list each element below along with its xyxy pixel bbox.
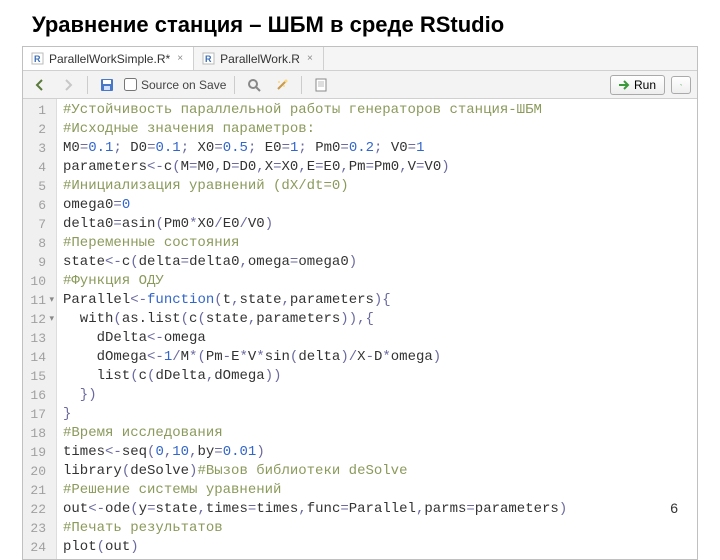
code-line[interactable]: omega0=0 <box>63 196 567 215</box>
file-tab[interactable]: R ParallelWork.R × <box>194 47 324 70</box>
code-content[interactable]: #Устойчивость параллельной работы генера… <box>57 99 573 559</box>
r-file-icon: R <box>31 52 44 65</box>
report-button[interactable] <box>310 74 332 96</box>
code-line[interactable]: times<-seq(0,10,by=0.01) <box>63 443 567 462</box>
source-on-save-label: Source on Save <box>141 78 226 92</box>
code-editor[interactable]: 123456789101112131415161718192021222324 … <box>23 99 697 559</box>
code-line[interactable]: Parallel<-function(t,state,parameters){ <box>63 291 567 310</box>
line-number: 4 <box>29 158 46 177</box>
line-number: 6 <box>29 196 46 215</box>
code-line[interactable]: #Функция ОДУ <box>63 272 567 291</box>
line-number: 13 <box>29 329 46 348</box>
code-line[interactable]: out<-ode(y=state,times=times,func=Parall… <box>63 500 567 519</box>
run-button[interactable]: Run <box>610 75 665 95</box>
code-line[interactable]: dOmega<-1/M*(Pm-E*V*sin(delta)/X-D*omega… <box>63 348 567 367</box>
r-file-icon: R <box>202 52 215 65</box>
run-label: Run <box>634 78 656 92</box>
code-line[interactable]: }) <box>63 386 567 405</box>
tab-label: ParallelWorkSimple.R* <box>49 52 170 66</box>
code-line[interactable]: list(c(dDelta,dOmega)) <box>63 367 567 386</box>
code-line[interactable]: #Устойчивость параллельной работы генера… <box>63 101 567 120</box>
code-line[interactable]: #Время исследования <box>63 424 567 443</box>
code-line[interactable]: #Печать результатов <box>63 519 567 538</box>
forward-button[interactable] <box>57 74 79 96</box>
source-on-save-checkbox[interactable]: Source on Save <box>124 78 226 92</box>
rerun-button[interactable] <box>671 76 691 94</box>
close-icon[interactable]: × <box>175 54 185 64</box>
code-line[interactable]: state<-c(delta=delta0,omega=omega0) <box>63 253 567 272</box>
line-number: 11 <box>29 291 46 310</box>
editor-pane: RParallelWorkSimple.R*×RParallelWork.R× … <box>22 46 698 560</box>
close-icon[interactable]: × <box>305 54 315 64</box>
code-line[interactable]: } <box>63 405 567 424</box>
file-tab[interactable]: R ParallelWorkSimple.R* × <box>23 47 194 70</box>
line-number: 5 <box>29 177 46 196</box>
page-number: 6 <box>670 500 678 516</box>
line-number: 23 <box>29 519 46 538</box>
line-number: 3 <box>29 139 46 158</box>
code-line[interactable]: #Переменные состояния <box>63 234 567 253</box>
line-number: 22 <box>29 500 46 519</box>
line-number: 14 <box>29 348 46 367</box>
line-number: 19 <box>29 443 46 462</box>
run-arrow-icon <box>619 80 631 90</box>
line-number: 16 <box>29 386 46 405</box>
line-number: 7 <box>29 215 46 234</box>
line-number: 21 <box>29 481 46 500</box>
toolbar-separator <box>301 76 302 94</box>
line-number: 17 <box>29 405 46 424</box>
code-line[interactable]: #Исходные значения параметров: <box>63 120 567 139</box>
tab-label: ParallelWork.R <box>220 52 300 66</box>
wand-button[interactable] <box>271 74 293 96</box>
line-number: 15 <box>29 367 46 386</box>
line-number: 18 <box>29 424 46 443</box>
code-line[interactable]: plot(out) <box>63 538 567 557</box>
svg-text:R: R <box>205 54 212 64</box>
editor-toolbar: Source on Save Run <box>23 71 697 99</box>
line-number: 10 <box>29 272 46 291</box>
toolbar-separator <box>234 76 235 94</box>
line-number: 1 <box>29 101 46 120</box>
code-line[interactable]: #Решение системы уравнений <box>63 481 567 500</box>
line-number: 20 <box>29 462 46 481</box>
code-line[interactable]: dDelta<-omega <box>63 329 567 348</box>
toolbar-separator <box>87 76 88 94</box>
find-button[interactable] <box>243 74 265 96</box>
source-on-save-input[interactable] <box>124 78 137 91</box>
line-number: 2 <box>29 120 46 139</box>
code-line[interactable]: parameters<-c(M=M0,D=D0,X=X0,E=E0,Pm=Pm0… <box>63 158 567 177</box>
line-number-gutter: 123456789101112131415161718192021222324 <box>23 99 57 559</box>
code-line[interactable]: library(deSolve)#Вызов библиотеки deSolv… <box>63 462 567 481</box>
line-number: 9 <box>29 253 46 272</box>
svg-text:R: R <box>34 54 41 64</box>
line-number: 12 <box>29 310 46 329</box>
code-line[interactable]: with(as.list(c(state,parameters)),{ <box>63 310 567 329</box>
tab-bar: R ParallelWorkSimple.R* × R ParallelWork.R × <box>23 47 697 71</box>
code-line[interactable]: #Инициализация уравнений (dX/dt=0) <box>63 177 567 196</box>
line-number: 24 <box>29 538 46 557</box>
line-number: 8 <box>29 234 46 253</box>
save-button[interactable] <box>96 74 118 96</box>
code-line[interactable]: delta0=asin(Pm0*X0/E0/V0) <box>63 215 567 234</box>
code-line[interactable]: M0=0.1; D0=0.1; X0=0.5; E0=1; Pm0=0.2; V… <box>63 139 567 158</box>
back-button[interactable] <box>29 74 51 96</box>
slide-title: Уравнение станция – ШБМ в среде RStudio <box>0 0 720 46</box>
